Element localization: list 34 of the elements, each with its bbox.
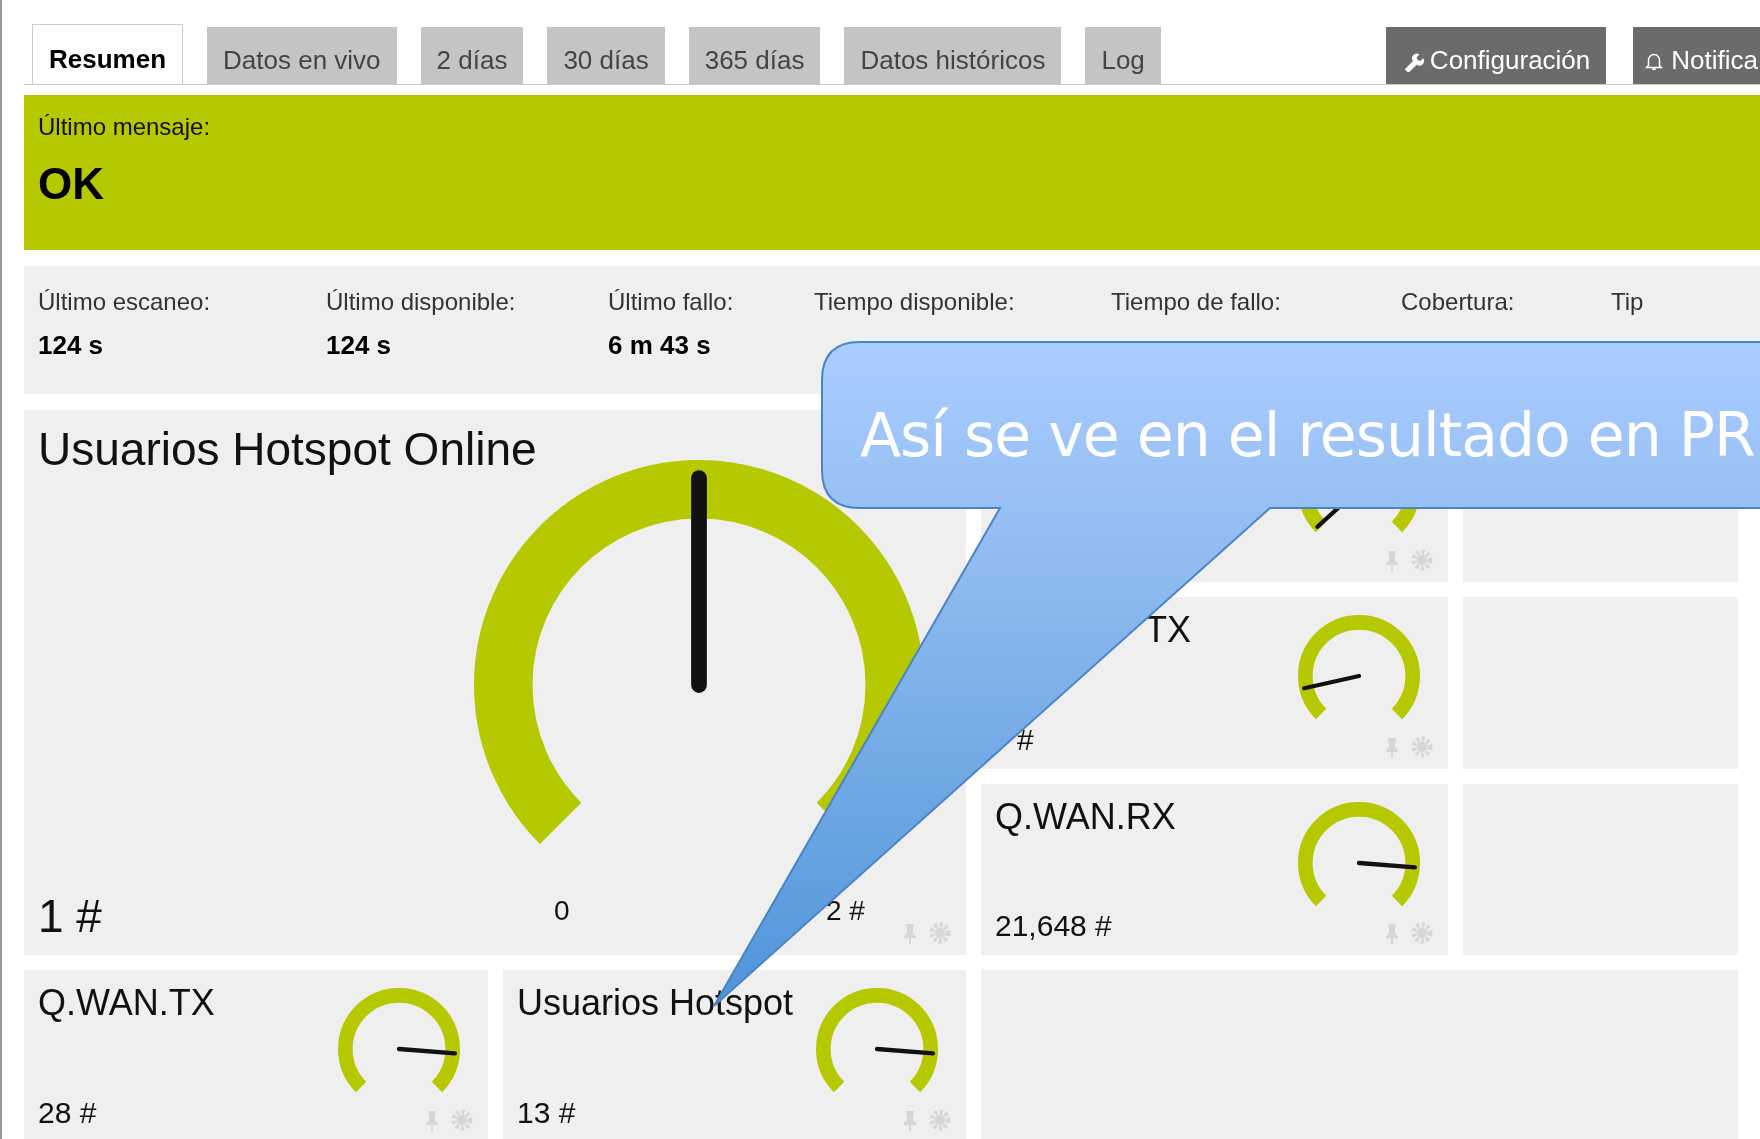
sensor-title: Q.WAN.RX [995, 796, 1176, 838]
stat-value: 124 s [326, 330, 393, 361]
status-message: OK [38, 159, 105, 209]
tab[interactable]: Configuración [1385, 27, 1607, 84]
sensor-title: Usuarios Hotspot [517, 982, 794, 1024]
stat-label: Cobertura: [1401, 288, 1516, 316]
sensor-value: # [1016, 723, 1034, 757]
stat-label: Último fallo: [608, 288, 735, 316]
tab[interactable]: Log [1085, 27, 1161, 84]
sensor-value: 21,648 # [995, 909, 1112, 943]
sensor-title: Q.WAN.TX [38, 982, 215, 1024]
stat-label: Tiempo de fallo: [1111, 288, 1282, 316]
stat-value: 6 m 43 s [608, 330, 712, 361]
gauge-min-label: 0 [554, 895, 570, 927]
tab[interactable]: Datos en vivo [207, 27, 397, 84]
sensor-value: 1 # [38, 889, 102, 943]
stat-label: Último disponible: [326, 288, 517, 316]
tab[interactable]: Notifica [1633, 27, 1760, 84]
stat-value: 124 s [38, 330, 105, 361]
stat-label: Tip [1611, 288, 1645, 316]
stat-label: Último escaneo: [38, 288, 212, 316]
sensor-value: 13 # [517, 1096, 576, 1130]
tab[interactable]: 30 días [547, 27, 665, 84]
tab[interactable]: Datos históricos [844, 27, 1062, 84]
sensor-title: Usuarios Hotspot Online [38, 422, 537, 476]
sensor-title: TX [1144, 609, 1191, 651]
callout-text: Así se ve en el resultado en PR [860, 400, 1755, 470]
stat-label: Tiempo disponible: [814, 288, 1016, 316]
tab[interactable]: Resumen [32, 24, 184, 84]
gauge-max-label: 2 # [826, 895, 865, 927]
tab[interactable]: 2 días [420, 27, 524, 84]
sensor-value: 28 # [38, 1096, 97, 1130]
status-label: Último mensaje: [38, 113, 212, 141]
tab[interactable]: 365 días [688, 27, 821, 84]
